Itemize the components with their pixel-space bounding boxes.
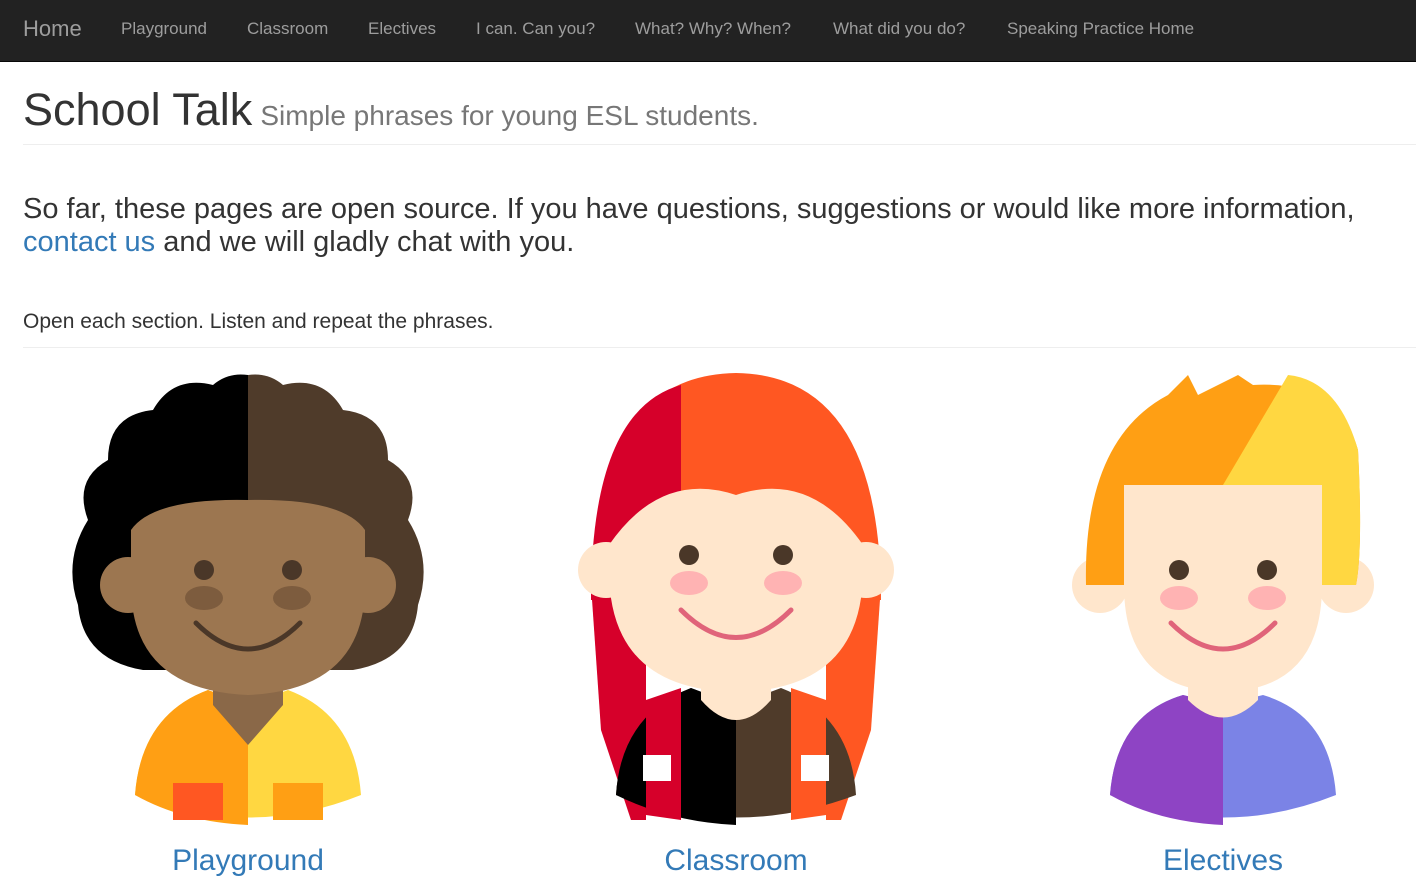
curly-haired-child-avatar-icon[interactable] (63, 370, 433, 830)
section-card-electives[interactable]: Electives (1038, 370, 1408, 889)
contact-us-link[interactable]: contact us (23, 226, 155, 258)
red-haired-girl-avatar-icon[interactable] (551, 370, 921, 830)
nav-item-what-did-you-do[interactable]: What did you do? (833, 19, 965, 39)
nav-item-i-can[interactable]: I can. Can you? (476, 19, 595, 39)
instructions: Open each section. Listen and repeat the… (23, 310, 1416, 348)
page-title: School Talk (23, 84, 253, 135)
page-subtitle: Simple phrases for young ESL students. (260, 100, 759, 131)
section-card-playground[interactable]: Playground (63, 370, 433, 889)
blond-boy-avatar-icon[interactable] (1038, 370, 1408, 830)
section-label-classroom[interactable]: Classroom (551, 844, 921, 878)
nav-item-speaking-practice-home[interactable]: Speaking Practice Home (1007, 19, 1194, 39)
nav-item-what-why-when[interactable]: What? Why? When? (635, 19, 791, 39)
nav-item-playground[interactable]: Playground (121, 19, 207, 39)
section-label-electives[interactable]: Electives (1038, 844, 1408, 878)
nav-item-electives[interactable]: Electives (368, 19, 436, 39)
nav-home-link[interactable]: Home (23, 16, 82, 42)
section-card-classroom[interactable]: Classroom (551, 370, 921, 889)
intro-paragraph: So far, these pages are open source. If … (23, 193, 1413, 259)
nav-item-classroom[interactable]: Classroom (247, 19, 328, 39)
intro-text-end: and we will gladly chat with you. (155, 226, 575, 258)
section-label-playground[interactable]: Playground (63, 844, 433, 878)
intro-text: So far, these pages are open source. If … (23, 193, 1355, 225)
page-header: School Talk Simple phrases for young ESL … (23, 84, 1416, 145)
top-navbar: Home Playground Classroom Electives I ca… (0, 0, 1416, 62)
